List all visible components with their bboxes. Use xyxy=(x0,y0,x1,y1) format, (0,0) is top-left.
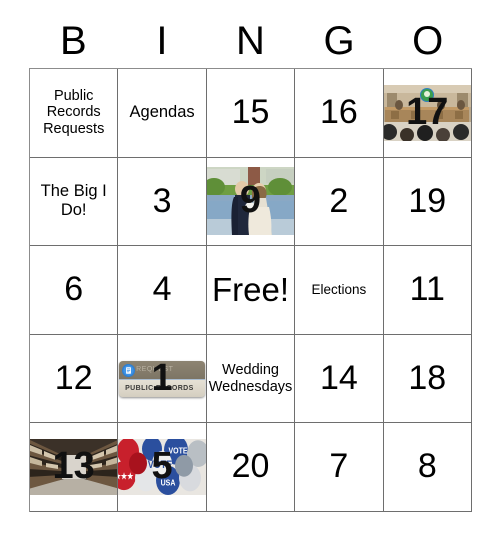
cell-number-overlay: 9 xyxy=(239,179,262,222)
cell-label: 2 xyxy=(329,181,349,220)
cell-label: 3 xyxy=(152,181,172,220)
bingo-header-row: B I N G O xyxy=(29,16,472,68)
bingo-cell-number-16[interactable]: 16 xyxy=(295,69,384,158)
cell-label: 12 xyxy=(54,358,93,397)
cell-label: 18 xyxy=(408,358,447,397)
bingo-cell-number-11[interactable]: 11 xyxy=(383,246,472,335)
cell-number-overlay: 13 xyxy=(52,445,95,488)
bingo-cell-wedding-couple-photo-9[interactable]: 9 xyxy=(206,157,296,247)
cell-label: 8 xyxy=(417,447,437,486)
bingo-cell-records-archive-photo-13[interactable]: 13 xyxy=(30,423,119,512)
bingo-cell-number-18[interactable]: 18 xyxy=(383,334,472,424)
bingo-cell-number-3[interactable]: 3 xyxy=(118,157,207,247)
bingo-cell-vote-buttons-photo-5[interactable]: VOTE ★★★ VOTE USA 5 xyxy=(118,423,207,512)
cell-label: Public Records Requests xyxy=(43,87,105,138)
cell-number-overlay: 17 xyxy=(406,91,449,134)
bingo-cell-number-6[interactable]: 6 xyxy=(30,246,119,335)
bingo-cell-the-big-i-do[interactable]: The Big I Do! xyxy=(30,157,119,247)
document-icon xyxy=(122,363,136,377)
svg-text:★★★: ★★★ xyxy=(118,472,134,482)
document-icon xyxy=(122,363,136,377)
bingo-cell-council-chamber-photo-17[interactable]: 17 xyxy=(383,69,472,158)
header-letter-b: B xyxy=(59,19,87,63)
cell-label: 7 xyxy=(329,447,349,486)
bingo-cell-number-4[interactable]: 4 xyxy=(118,246,207,335)
cell-label: 11 xyxy=(409,270,445,309)
bingo-cell-number-12[interactable]: 12 xyxy=(30,334,119,424)
cell-label: Wedding Wednesdays xyxy=(208,361,293,395)
bingo-cell-number-8[interactable]: 8 xyxy=(383,423,472,512)
cell-label: 4 xyxy=(152,270,172,309)
cell-label: 15 xyxy=(231,93,270,132)
header-letter-g: G xyxy=(323,19,355,63)
cell-label: 20 xyxy=(231,447,270,486)
cell-label: Free! xyxy=(211,270,289,308)
bingo-cell-agendas[interactable]: Agendas xyxy=(118,69,207,158)
cell-label: The Big I Do! xyxy=(40,182,107,220)
bingo-cell-number-19[interactable]: 19 xyxy=(383,157,472,247)
bingo-cell-number-7[interactable]: 7 xyxy=(295,423,384,512)
bingo-cell-number-20[interactable]: 20 xyxy=(206,423,296,512)
bingo-cell-number-15[interactable]: 15 xyxy=(206,69,296,158)
bingo-cell-wedding-wednesdays[interactable]: Wedding Wednesdays xyxy=(206,334,296,424)
cell-label: Elections xyxy=(311,282,367,298)
header-letter-i: I xyxy=(156,19,168,63)
bingo-cell-number-2[interactable]: 2 xyxy=(295,157,384,247)
cell-label: 19 xyxy=(408,181,447,220)
bingo-cell-number-14[interactable]: 14 xyxy=(295,334,384,424)
bingo-cell-free-space[interactable]: Free! xyxy=(206,246,296,335)
bingo-cell-elections[interactable]: Elections xyxy=(295,246,384,335)
bingo-cell-public-records-requests[interactable]: Public Records Requests xyxy=(30,69,119,158)
cell-label: Agendas xyxy=(129,103,195,122)
header-letter-o: O xyxy=(412,19,444,63)
header-letter-n: N xyxy=(236,19,265,63)
cell-label: 16 xyxy=(319,93,358,132)
cell-label: 14 xyxy=(319,358,358,397)
cell-number-overlay: 1 xyxy=(151,356,173,399)
cell-number-overlay: 5 xyxy=(151,445,173,488)
bingo-grid: Public Records Requests Agendas 15 16 17… xyxy=(29,68,472,512)
bingo-cell-request-public-records-badge-1[interactable]: REQUEST PUBLIC RECORDS 1 xyxy=(118,334,207,424)
cell-label: 6 xyxy=(64,270,84,309)
